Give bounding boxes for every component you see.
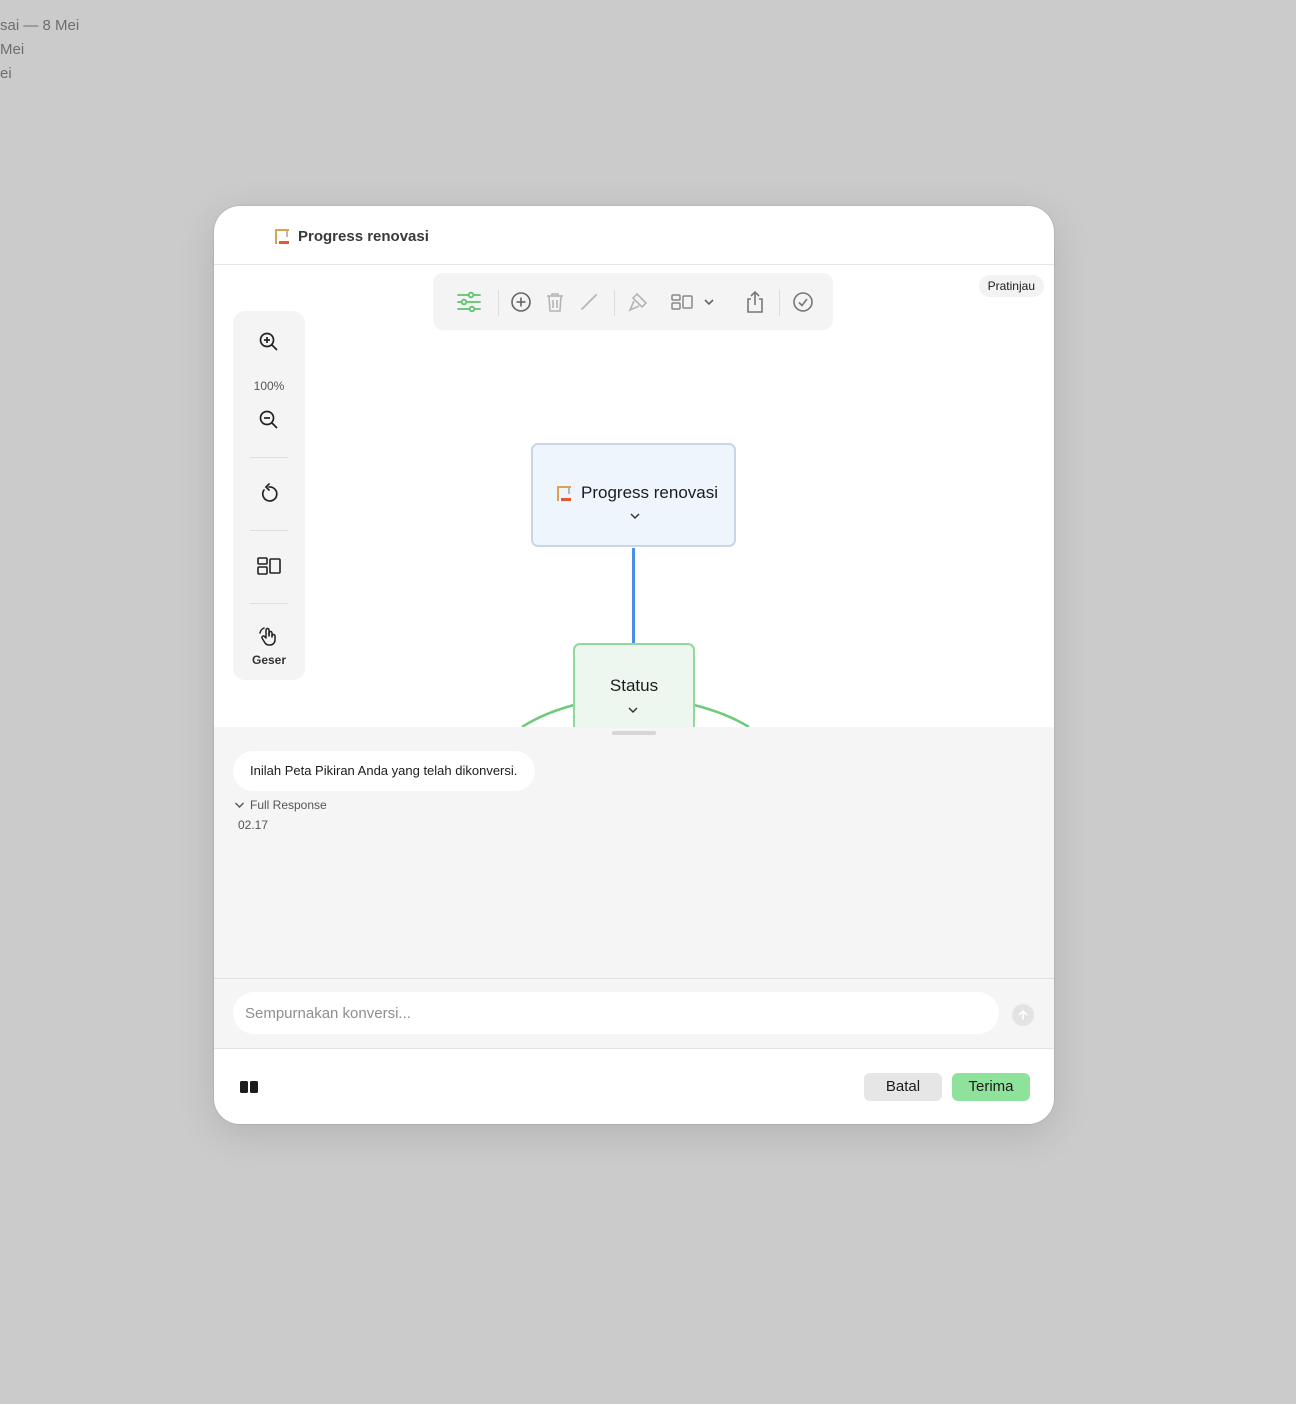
side-panel-divider [250,457,288,458]
share-icon[interactable] [740,287,770,317]
add-circle-icon[interactable] [506,287,536,317]
sidebar-toggle-icon[interactable] [239,1079,259,1095]
cancel-button[interactable]: Batal [864,1073,942,1101]
pan-label: Geser [251,653,287,667]
accept-button[interactable]: Terima [952,1073,1030,1101]
root-node-label: Progress renovasi [581,483,719,502]
layout-icon[interactable] [667,287,697,317]
arrow-up-icon [1018,1009,1028,1020]
full-response-label: Full Response [250,798,327,812]
chat-panel: Inilah Peta Pikiran Anda yang telah diko… [214,727,1054,978]
toolbar-divider [779,290,780,316]
collapse-chevron-icon[interactable] [629,507,641,525]
assistant-message: Inilah Peta Pikiran Anda yang telah diko… [233,751,536,791]
trash-icon[interactable] [540,287,570,317]
fit-layout-icon[interactable] [254,551,284,581]
construction-crane-icon [554,483,574,503]
toolbar-divider [498,290,499,316]
mindmap-connector [632,548,635,648]
chevron-down-icon[interactable] [701,287,717,317]
toolbar-divider [614,290,615,316]
background-text-line-3: ei [0,65,12,82]
status-node-label: Status [609,676,659,695]
side-panel-divider [250,530,288,531]
chevron-down-icon [235,802,244,808]
zoom-level: 100% [253,379,285,393]
mindmap-toolbar [433,273,833,330]
conversion-dialog: Progress renovasi Pratinjau 100% Geser P… [214,206,1054,1124]
reset-icon[interactable] [254,479,284,509]
background-text-line-1: sai — 8 Mei [0,17,80,34]
settings-sliders-icon[interactable] [454,287,484,317]
send-button[interactable] [1012,1004,1034,1026]
dialog-titlebar: Progress renovasi [214,206,1054,265]
zoom-in-icon[interactable] [254,327,284,357]
mindmap-root-node[interactable]: Progress renovasi [531,443,736,547]
collapse-chevron-icon[interactable] [627,701,639,719]
dialog-footer: Batal Terima [214,1048,1054,1124]
resize-handle[interactable] [612,731,656,735]
refine-input-bar [214,978,1054,1049]
side-panel-divider [250,603,288,604]
preview-badge[interactable]: Pratinjau [978,275,1044,297]
pan-hand-icon[interactable] [254,621,284,651]
zoom-out-icon[interactable] [254,405,284,435]
refine-input[interactable] [233,992,999,1034]
format-brush-icon[interactable] [623,287,653,317]
construction-crane-icon [272,226,292,246]
background-text-line-2: Mei [0,41,25,58]
zoom-side-panel: 100% Geser [233,311,305,680]
full-response-toggle[interactable]: Full Response [234,798,327,812]
message-timestamp: 02.17 [238,818,269,832]
check-circle-icon[interactable] [788,287,818,317]
mindmap-canvas[interactable]: Pratinjau 100% Geser Progress renovasi S… [214,265,1054,727]
dialog-title: Progress renovasi [298,228,429,245]
mindmap-status-node[interactable]: Status [573,643,695,727]
pencil-icon[interactable] [574,287,604,317]
